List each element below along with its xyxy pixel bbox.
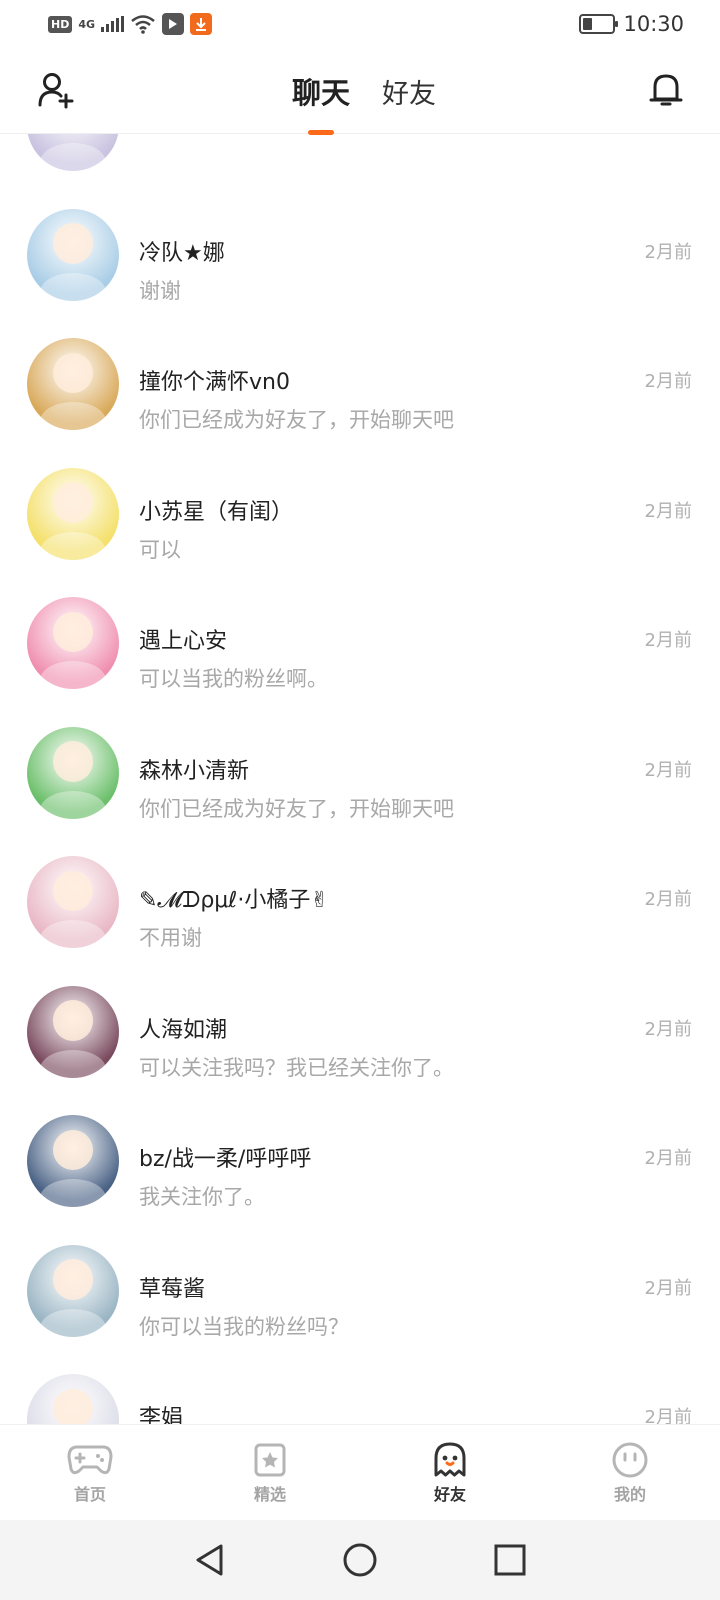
back-button[interactable] <box>190 1540 230 1580</box>
battery-icon <box>579 14 619 34</box>
nav-friends-label: 好友 <box>431 1481 469 1507</box>
app-notification-icon <box>162 13 185 35</box>
avatar[interactable] <box>27 856 119 948</box>
nav-friends[interactable]: 好友 <box>360 1425 540 1520</box>
signal-icon <box>101 16 125 32</box>
avatar[interactable] <box>27 134 119 171</box>
chat-time: 2月前 <box>644 1148 692 1169</box>
avatar[interactable] <box>27 338 119 430</box>
star-badge-icon <box>247 1441 293 1479</box>
chat-name: 小苏星（有闺） <box>139 499 294 525</box>
chat-item[interactable]: bz/战一柔/呼呼呼 我关注你了。 2月前 <box>0 1074 720 1209</box>
chat-time: 2月前 <box>644 889 692 910</box>
tab-chat[interactable]: 聊天 <box>290 70 352 112</box>
back-triangle-icon <box>196 1544 223 1576</box>
ghost-icon <box>427 1441 473 1479</box>
chat-name: 李娟 <box>139 1406 184 1424</box>
avatar[interactable] <box>27 726 119 819</box>
bell-icon <box>649 74 683 106</box>
avatar[interactable] <box>27 1115 119 1207</box>
chat-item[interactable]: 小苏星（有闺） 可以 2月前 <box>0 427 720 562</box>
nav-home[interactable]: 首页 <box>0 1425 180 1520</box>
chat-time: 2月前 <box>644 630 692 651</box>
avatar[interactable] <box>27 985 119 1078</box>
avatar[interactable] <box>27 467 119 560</box>
chat-time: 2月前 <box>644 1407 692 1424</box>
chat-item[interactable]: 人海如潮 可以关注我吗？我已经关注你了。 2月前 <box>0 945 720 1080</box>
status-right: 10:30 <box>579 12 684 36</box>
hd-badge: HD <box>48 15 73 33</box>
status-left: HD 4G <box>48 13 213 35</box>
chat-name: 撞你个满怀vn0 <box>139 370 290 395</box>
nav-home-label: 首页 <box>73 1484 106 1504</box>
avatar[interactable] <box>27 208 119 301</box>
download-icon <box>190 13 213 35</box>
notifications-button[interactable] <box>646 70 686 110</box>
chat-item[interactable]: 遇上心安 可以当我的粉丝啊。 2月前 <box>0 556 720 691</box>
avatar[interactable] <box>27 1244 119 1337</box>
chat-name: 草莓酱 <box>139 1276 206 1302</box>
chat-time: 2月前 <box>644 371 692 392</box>
chat-item[interactable]: 冷队★娜 谢谢 2月前 <box>0 168 720 303</box>
system-nav-bar <box>0 1520 720 1600</box>
avatar[interactable] <box>27 1374 119 1424</box>
chat-name: 森林小清新 <box>139 758 250 784</box>
nav-me-label: 我的 <box>613 1484 646 1504</box>
recents-square-icon <box>494 1544 526 1576</box>
home-button[interactable] <box>340 1540 380 1580</box>
header-tabs: 聊天 好友 <box>0 48 720 134</box>
nav-featured[interactable]: 精选 <box>180 1425 360 1520</box>
chat-item[interactable]: ✎𝓜ᗪρμℓ·小橘子✌ 不用谢 2月前 <box>0 815 720 950</box>
nav-featured-label: 精选 <box>253 1484 286 1504</box>
status-bar: HD 4G 10:30 <box>0 0 720 48</box>
recents-button[interactable] <box>490 1540 530 1580</box>
avatar[interactable] <box>27 597 119 689</box>
tab-friends[interactable]: 好友 <box>380 72 438 111</box>
battery-level <box>583 18 592 30</box>
chat-name: ✎𝓜ᗪρμℓ·小橘子✌ <box>139 888 329 913</box>
header: 聊天 好友 <box>0 48 720 134</box>
gamepad-icon <box>67 1441 113 1479</box>
network-type: 4G <box>78 17 96 31</box>
chat-time: 2月前 <box>644 500 692 522</box>
chat-time: 2月前 <box>644 1277 692 1299</box>
home-circle-icon <box>343 1543 377 1577</box>
chat-item[interactable] <box>0 134 720 171</box>
chat-time: 2月前 <box>644 1018 692 1040</box>
chat-name: 人海如潮 <box>139 1017 228 1043</box>
chat-item[interactable]: 李娟 2月前 <box>0 1333 720 1424</box>
chat-list[interactable]: 冷队★娜 谢谢 2月前 撞你个满怀vn0 你们已经成为好友了，开始聊天吧 2月前 小苏星（有… <box>0 134 720 1424</box>
wifi-icon <box>131 15 155 34</box>
face-icon <box>607 1441 653 1479</box>
chat-item[interactable]: 草莓酱 你可以当我的粉丝吗？ 2月前 <box>0 1204 720 1339</box>
chat-time: 2月前 <box>644 759 692 781</box>
chat-list-content: 冷队★娜 谢谢 2月前 撞你个满怀vn0 你们已经成为好友了，开始聊天吧 2月前 小苏星（有… <box>0 134 720 1424</box>
chat-time: 2月前 <box>644 241 692 263</box>
bottom-nav: 首页 精选 好友 我的 <box>0 1424 720 1520</box>
chat-item[interactable]: 森林小清新 你们已经成为好友了，开始聊天吧 2月前 <box>0 686 720 821</box>
nav-me[interactable]: 我的 <box>540 1425 720 1520</box>
clock: 10:30 <box>623 12 684 36</box>
chat-name: 遇上心安 <box>139 629 228 654</box>
chat-item[interactable]: 撞你个满怀vn0 你们已经成为好友了，开始聊天吧 2月前 <box>0 297 720 432</box>
chat-name: bz/战一柔/呼呼呼 <box>139 1147 312 1172</box>
chat-name: 冷队★娜 <box>139 240 225 266</box>
